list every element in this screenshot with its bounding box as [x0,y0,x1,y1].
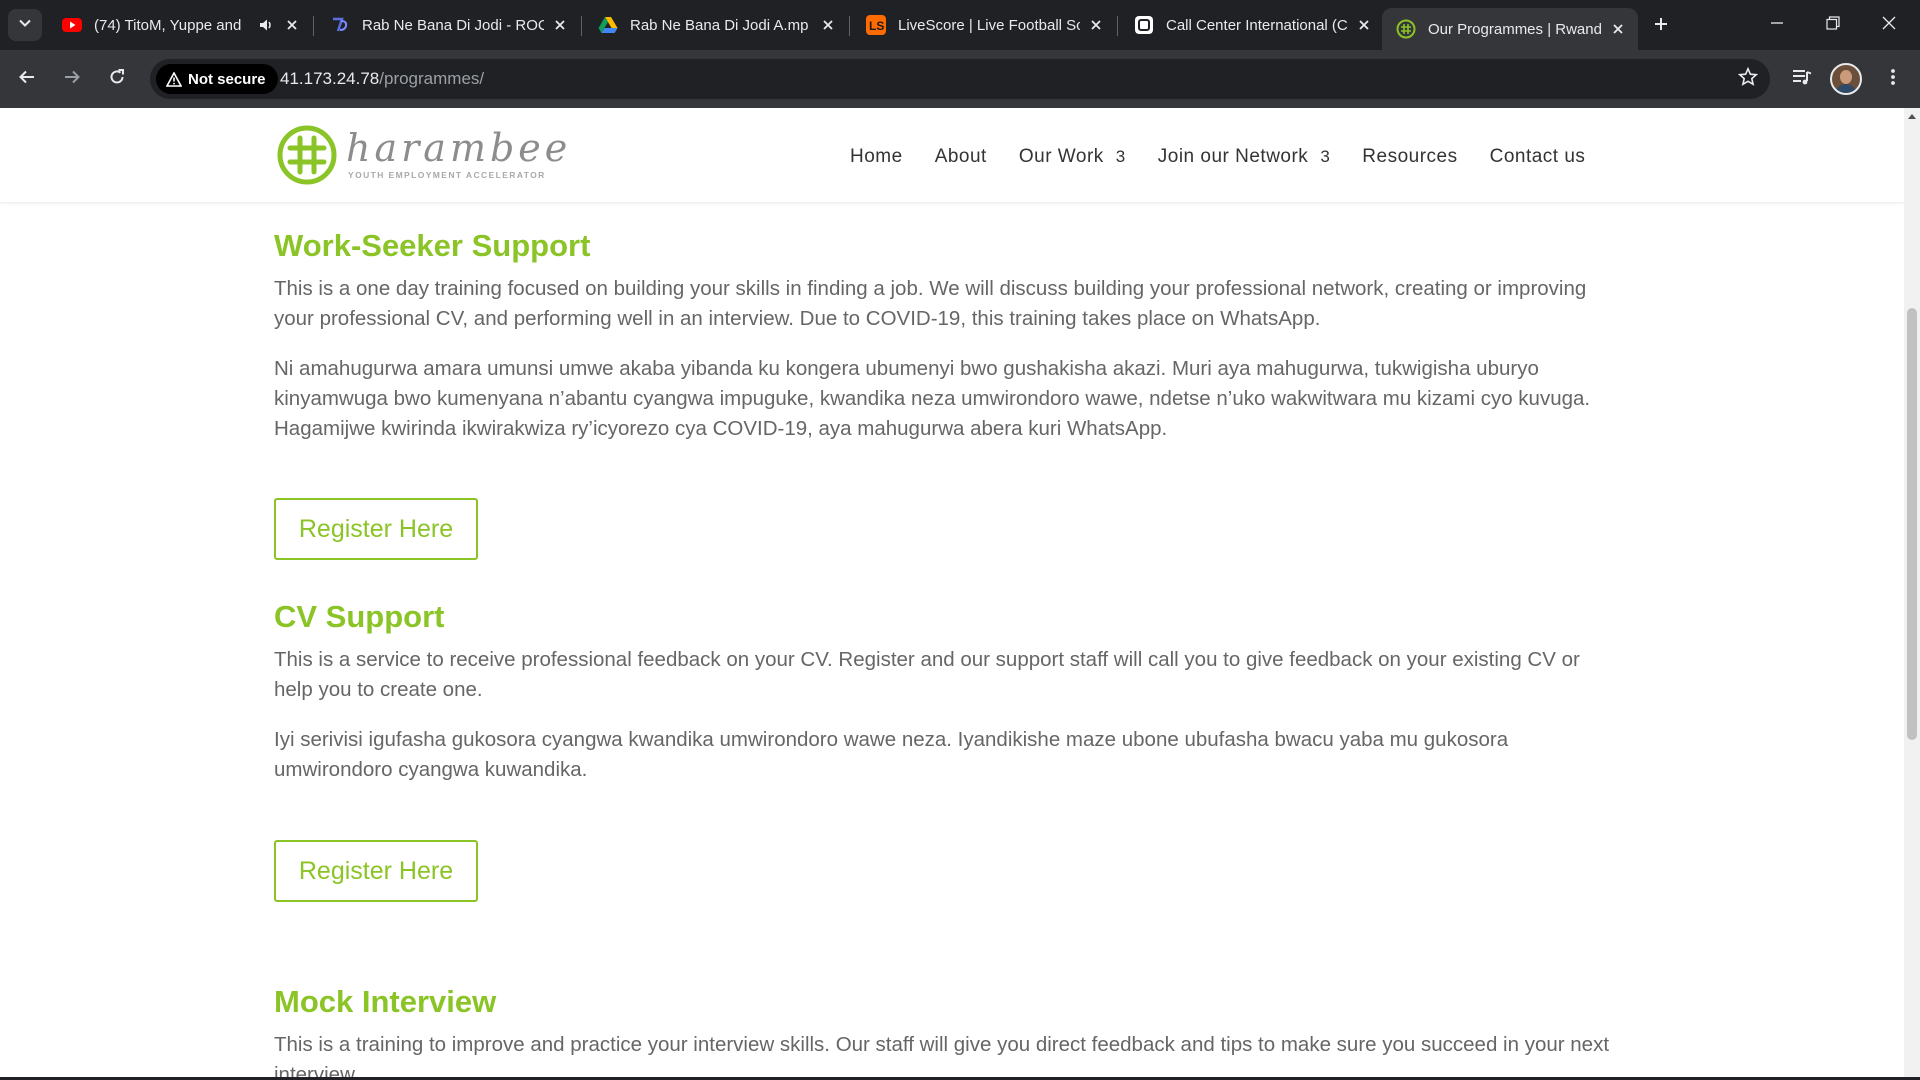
dropdown-caret-icon: 3 [1320,147,1331,166]
site-icon [330,15,350,35]
browser-tab-strip: (74) TitoM, Yuppe and Rab Ne Bana Di Jod… [0,0,1920,50]
site-header: harambee YOUTH EMPLOYMENT ACCELERATOR Ho… [0,108,1904,202]
tab-divider [581,16,582,36]
close-icon[interactable] [1354,15,1374,35]
forward-button[interactable] [56,63,88,95]
reload-icon [108,68,126,91]
browser-tab-active[interactable]: Our Programmes | Rwanda [1382,8,1638,50]
harambee-logo-mark-icon [277,125,337,185]
logo-wordmark: harambee [346,126,572,170]
nav-item-join-network[interactable]: Join our Network 3 [1158,146,1331,168]
programme-description-kinyarwanda: Iyi serivisi igufasha gukosora cyangwa k… [274,728,1509,781]
playlist-icon [1792,68,1812,91]
programme-description: This is a service to receive professiona… [274,648,1580,701]
tab-divider [313,16,314,36]
browser-tab[interactable]: Rab Ne Bana Di Jodi A.mp [584,8,848,42]
minimize-icon [1770,16,1784,35]
harambee-icon [1396,19,1416,39]
livescore-icon: LS [866,15,886,35]
nav-item-our-work[interactable]: Our Work 3 [1019,146,1126,168]
tab-divider [1117,16,1118,36]
nav-item-resources[interactable]: Resources [1362,146,1457,168]
nav-label: Our Work [1018,146,1104,167]
nav-item-contact[interactable]: Contact us [1490,146,1586,168]
browser-tab[interactable]: Rab Ne Bana Di Jodi - ROC [316,8,580,42]
back-button[interactable] [11,63,43,95]
address-bar[interactable]: Not secure 41.173.24.78/programmes/ [150,59,1770,99]
arrow-right-icon [63,68,81,91]
notion-icon [1134,15,1154,35]
security-chip[interactable]: Not secure [156,64,278,94]
url-path: /programmes/ [379,69,485,88]
nav-item-about[interactable]: About [935,146,987,168]
avatar-face [1840,70,1852,84]
url-text[interactable]: 41.173.24.78/programmes/ [280,69,484,89]
nav-item-home[interactable]: Home [850,146,903,168]
close-icon[interactable] [282,15,302,35]
tab-title: Rab Ne Bana Di Jodi A.mp [630,16,809,34]
close-icon[interactable] [1608,19,1628,39]
tab-title: Rab Ne Bana Di Jodi - ROC [362,16,544,34]
browser-tab[interactable]: Call Center International (C [1120,8,1384,42]
page-scrollbar[interactable] [1904,108,1920,1080]
scrollbar-thumb[interactable] [1907,308,1917,740]
tab-divider [849,16,850,36]
url-host: 41.173.24.78 [280,69,380,88]
security-label: Not secure [188,70,266,88]
logo-tagline: YOUTH EMPLOYMENT ACCELERATOR [348,170,546,180]
tab-title: LiveScore | Live Football Sc [898,16,1080,34]
restore-button[interactable] [1805,0,1861,50]
register-button[interactable]: Register Here [274,840,478,902]
speaker-icon[interactable] [258,17,276,33]
browser-toolbar: Not secure 41.173.24.78/programmes/ [0,50,1920,108]
reload-button[interactable] [101,63,133,95]
dropdown-caret-icon: 3 [1115,147,1126,166]
programme-description-kinyarwanda: Ni amahugurwa amara umunsi umwe akaba yi… [274,357,1591,440]
google-drive-icon [598,15,618,35]
plus-icon [1653,16,1669,37]
svg-text:LS: LS [869,19,884,33]
programme-title: Work-Seeker Support [274,228,591,263]
tab-title: Call Center International (C [1166,16,1348,34]
minimize-button[interactable] [1749,0,1805,50]
harambee-logo[interactable]: harambee YOUTH EMPLOYMENT ACCELERATOR [276,122,567,188]
chevron-down-icon [18,16,32,35]
warning-icon [166,71,182,87]
close-window-button[interactable] [1861,0,1917,50]
nav-label: Resources [1362,146,1458,167]
browser-tab[interactable]: LS LiveScore | Live Football Sc [852,8,1116,42]
star-icon [1737,66,1759,92]
close-icon[interactable] [1086,15,1106,35]
nav-label: Join our Network [1157,146,1309,167]
programme-title: CV Support [274,599,445,634]
nav-label: About [934,146,987,167]
tab-title: (74) TitoM, Yuppe and [94,16,242,34]
new-tab-button[interactable] [1647,12,1675,40]
close-icon[interactable] [550,15,570,35]
profile-avatar[interactable] [1830,63,1862,95]
browser-tab[interactable]: (74) TitoM, Yuppe and [48,8,312,42]
bookmark-star-button[interactable] [1736,66,1760,92]
scroll-up-arrow-icon[interactable] [1904,108,1920,124]
programme-title: Mock Interview [274,984,497,1019]
main-navigation: Home About Our Work 3 Join our Network 3 R… [850,146,1585,168]
close-icon [1882,16,1896,35]
browser-menu-button[interactable] [1877,63,1909,95]
nav-label: Home [850,146,903,167]
tab-title: Our Programmes | Rwanda [1428,20,1602,38]
nav-label: Contact us [1489,146,1586,167]
page-viewport: harambee YOUTH EMPLOYMENT ACCELERATOR Ho… [0,108,1904,1080]
arrow-left-icon [18,68,36,91]
youtube-icon [62,15,82,35]
avatar-body [1835,84,1857,93]
close-icon[interactable] [818,15,838,35]
media-controls-button[interactable] [1786,63,1818,95]
tab-search-button[interactable] [8,9,42,41]
register-button[interactable]: Register Here [274,498,478,560]
programme-description: This is a training to improve and practi… [274,1033,1610,1080]
programme-description: This is a one day training focused on bu… [274,277,1587,330]
restore-icon [1826,15,1840,35]
more-vert-icon [1890,68,1896,91]
